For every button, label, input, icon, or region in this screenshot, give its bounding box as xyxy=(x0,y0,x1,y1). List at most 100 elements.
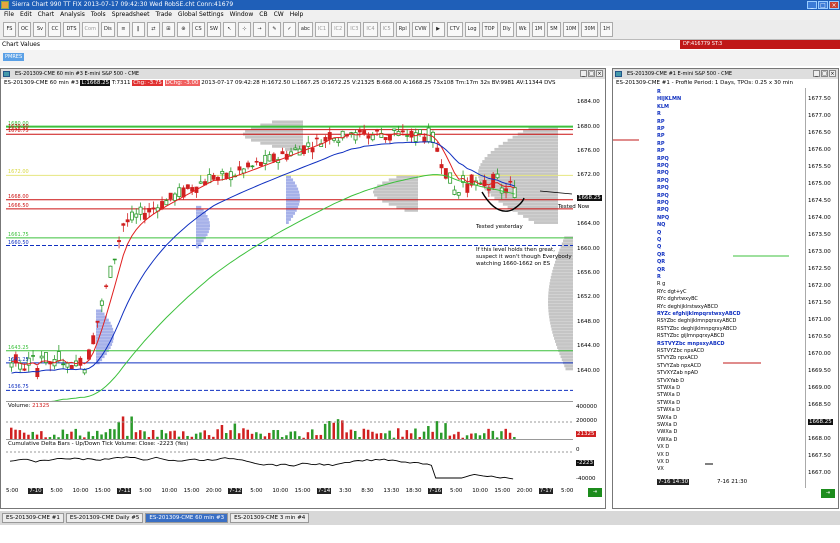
day-profile-bar xyxy=(286,215,294,218)
menu-edit[interactable]: Edit xyxy=(20,10,32,20)
chart-tab-0[interactable]: ES-201309-CME #1 xyxy=(2,513,64,523)
tpo-scroll-right-button[interactable]: ⇥ xyxy=(821,489,835,498)
tpo-price-tick: 1674.00 xyxy=(808,215,831,221)
time-tick: 15:00 xyxy=(94,488,111,494)
toolbar-button-16[interactable]: → xyxy=(252,22,266,37)
volume-profile-bar xyxy=(272,144,303,148)
toolbar-button-32[interactable]: Wk xyxy=(515,22,530,37)
toolbar-button-22[interactable]: IC3 xyxy=(347,22,362,37)
toolbar-button-10[interactable]: ⊞ xyxy=(161,22,175,37)
menu-tools[interactable]: Tools xyxy=(91,10,106,20)
menu-global-settings[interactable]: Global Settings xyxy=(178,10,224,20)
menu-bar: File Edit Chart Analysis Tools Spreadsheet Tra… xyxy=(0,10,840,20)
cumulative-delta-pane[interactable]: Cumulative Delta Bars - Up/Down Tick Vol… xyxy=(6,439,573,487)
toolbar-button-5[interactable]: Com xyxy=(81,22,99,37)
toolbar-button-28[interactable]: CTV xyxy=(446,22,463,37)
toolbar-button-15[interactable]: ⊹ xyxy=(237,22,251,37)
toolbar-button-12[interactable]: CS xyxy=(191,22,205,37)
volume-bar xyxy=(341,420,344,440)
menu-cw[interactable]: CW xyxy=(274,10,284,20)
close-button[interactable]: × xyxy=(829,1,839,9)
stats-last: L:1668.25 xyxy=(80,80,111,86)
toolbar-button-11[interactable]: ⊕ xyxy=(176,22,190,37)
level-label: 1672.00 xyxy=(8,169,29,176)
toolbar-button-17[interactable]: ✎ xyxy=(267,22,281,37)
scroll-right-button[interactable]: ⇥ xyxy=(588,488,602,497)
menu-help[interactable]: Help xyxy=(290,10,304,20)
time-tick: 18:30 xyxy=(405,488,422,494)
toolbar-button-25[interactable]: Rpl xyxy=(395,22,410,37)
pm-button[interactable]: PMRES xyxy=(3,53,25,61)
toolbar-button-31[interactable]: Dly xyxy=(499,22,514,37)
main-window-title: ES-201309-CME 60 min #3 E-mini S&P 500 -… xyxy=(15,71,140,77)
candle xyxy=(254,160,259,163)
time-tick: 5:00 xyxy=(450,488,463,494)
toolbar-button-8[interactable]: ‖ xyxy=(131,22,145,37)
close-icon[interactable]: × xyxy=(596,70,603,77)
main-window-titlebar[interactable]: ES-201309-CME 60 min #3 E-mini S&P 500 -… xyxy=(1,69,605,79)
toolbar-button-9[interactable]: ⇄ xyxy=(146,22,160,37)
toolbar-button-21[interactable]: IC2 xyxy=(331,22,346,37)
toolbar-button-27[interactable]: ▶ xyxy=(431,22,445,37)
menu-analysis[interactable]: Analysis xyxy=(60,10,85,20)
menu-chart[interactable]: Chart xyxy=(38,10,55,20)
volume-pane[interactable]: Volume: 21325 xyxy=(6,401,573,440)
close-icon[interactable]: × xyxy=(829,70,836,77)
toolbar-button-24[interactable]: IC5 xyxy=(379,22,394,37)
tpo-price-axis[interactable]: 1677.50 1677.00 1676.50 1676.00 1675.50 1675.… xyxy=(805,88,838,488)
price-chart[interactable] xyxy=(6,90,573,401)
toolbar-button-30[interactable]: TOP xyxy=(481,22,498,37)
volume-profile-bar xyxy=(272,120,303,124)
day-profile-bar xyxy=(286,184,297,188)
menu-window[interactable]: Window xyxy=(230,10,254,20)
day-profile-bar xyxy=(196,224,210,228)
toolbar-button-33[interactable]: 1M xyxy=(531,22,546,37)
toolbar-button-29[interactable]: Log xyxy=(464,22,480,37)
toolbar-button-20[interactable]: IC1 xyxy=(314,22,330,37)
max-icon[interactable]: □ xyxy=(821,70,828,77)
toolbar-button-4[interactable]: DTS xyxy=(63,22,80,37)
chart-tab-1[interactable]: ES-201309-CME Daily #5 xyxy=(65,513,144,523)
toolbar-button-6[interactable]: Dis xyxy=(100,22,115,37)
volume-profile-bar xyxy=(561,358,573,362)
toolbar-button-2[interactable]: Sv xyxy=(33,22,47,37)
chart-tab-2[interactable]: ES-201309-CME 60 min #3 xyxy=(145,513,229,523)
minimize-button[interactable]: _ xyxy=(807,1,817,9)
tpo-chart-window[interactable]: ES-201309-CME #1 E-mini S&P 500 - CME _ □… xyxy=(612,68,839,509)
price-axis[interactable]: 1684.001680.001676.001672.001668.001664.… xyxy=(575,90,603,401)
candle xyxy=(400,130,405,133)
time-axis[interactable]: 5:00 7-10 5:00 10:00 15:00 7-11 5:00 10:00 15:00… xyxy=(6,487,606,497)
toolbar-button-18[interactable]: ✓ xyxy=(282,22,296,37)
toolbar-button-34[interactable]: 5M xyxy=(547,22,561,37)
toolbar-button-7[interactable]: ≡ xyxy=(116,22,130,37)
min-icon[interactable]: _ xyxy=(580,70,587,77)
maximize-button[interactable]: □ xyxy=(818,1,828,9)
candle xyxy=(108,265,113,278)
menu-spreadsheet[interactable]: Spreadsheet xyxy=(112,10,150,20)
toolbar-button-19[interactable]: abc xyxy=(297,22,313,37)
max-icon[interactable]: □ xyxy=(588,70,595,77)
toolbar-button-35[interactable]: 10M xyxy=(562,22,580,37)
toolbar-button-14[interactable]: ↖ xyxy=(222,22,236,37)
tpo-window-titlebar[interactable]: ES-201309-CME #1 E-mini S&P 500 - CME _ □… xyxy=(613,69,838,79)
toolbar-button-0[interactable]: FS xyxy=(3,22,16,37)
time-tick: 8:30 xyxy=(361,488,374,494)
toolbar-button-3[interactable]: CC xyxy=(48,22,62,37)
price-tick: 1648.00 xyxy=(577,318,600,325)
chart-tab-3[interactable]: ES-201309-CME 3 min #4 xyxy=(230,513,310,523)
toolbar-button-23[interactable]: IC4 xyxy=(363,22,378,37)
menu-cb[interactable]: CB xyxy=(259,10,267,20)
toolbar-button-36[interactable]: 30M xyxy=(581,22,598,37)
volume-profile-bar xyxy=(478,172,558,176)
menu-file[interactable]: File xyxy=(4,10,14,20)
toolbar-button-26[interactable]: CVW xyxy=(411,22,430,37)
candle xyxy=(220,171,225,175)
toolbar-button-37[interactable]: 1H xyxy=(599,22,613,37)
min-icon[interactable]: _ xyxy=(813,70,820,77)
toolbar-button-13[interactable]: SW xyxy=(206,22,221,37)
candle xyxy=(512,187,517,198)
time-tick: 13:30 xyxy=(383,488,400,494)
toolbar-button-1[interactable]: OC xyxy=(18,22,32,37)
menu-trade[interactable]: Trade xyxy=(155,10,171,20)
candle xyxy=(190,187,195,192)
